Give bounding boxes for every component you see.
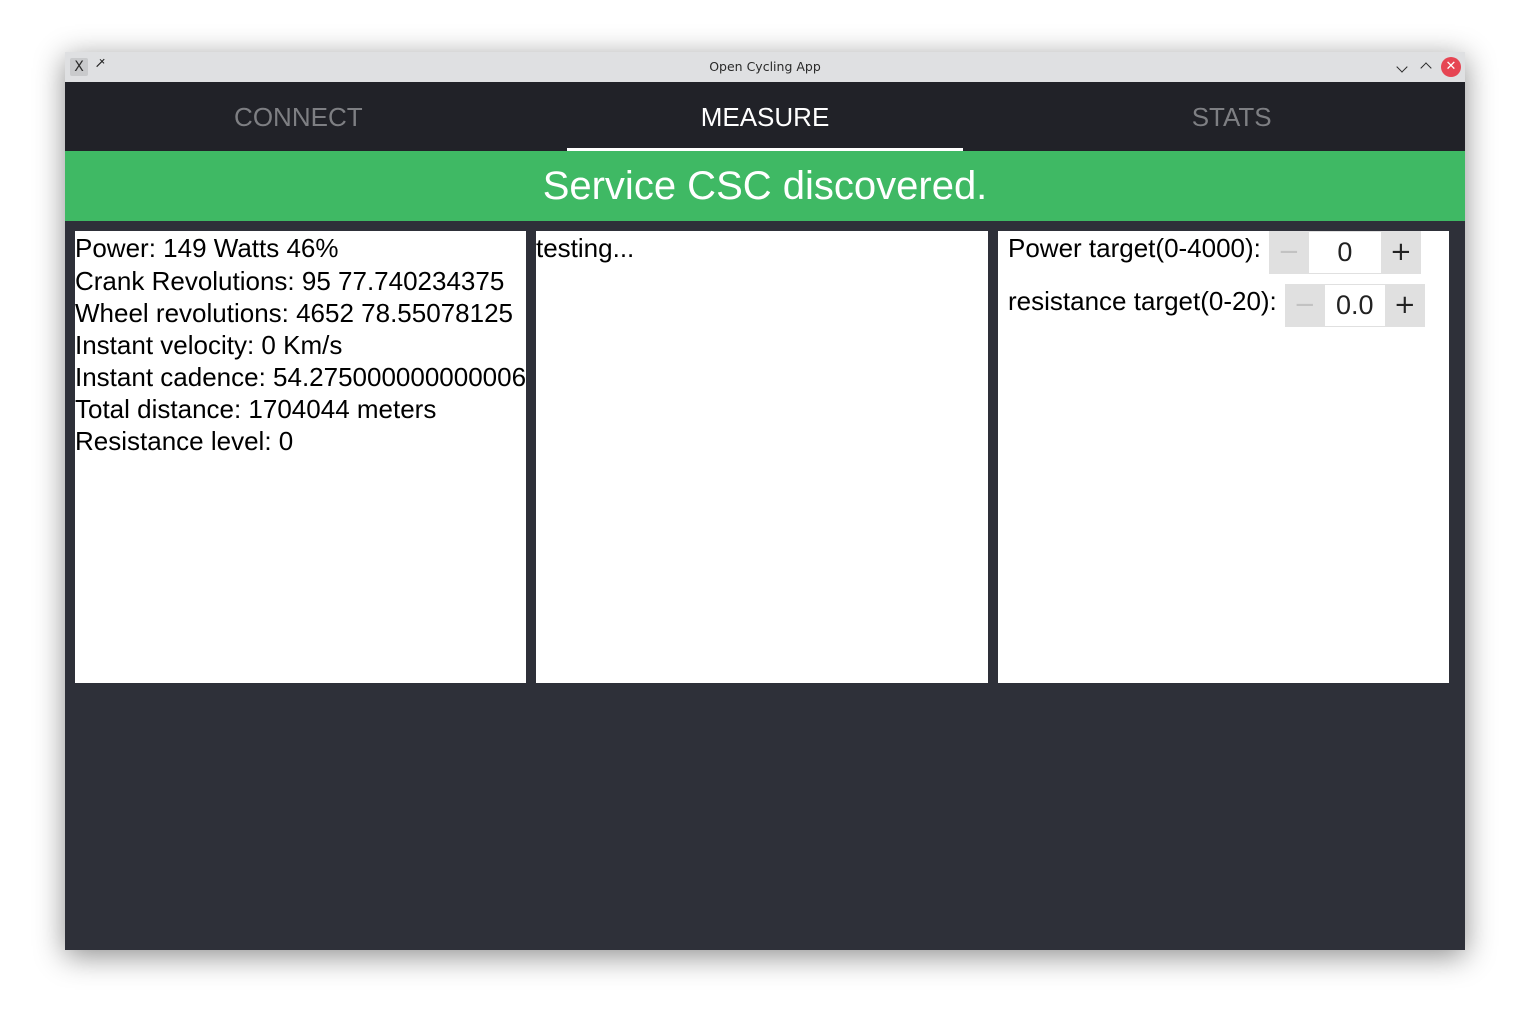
resistance-target-row: resistance target(0-20): − + — [1008, 284, 1425, 327]
tab-measure[interactable]: MEASURE — [532, 82, 999, 151]
metric-wheel-revolutions: Wheel revolutions: 4652 78.55078125 — [75, 298, 513, 328]
power-target-input[interactable] — [1308, 232, 1381, 273]
tab-stats[interactable]: STATS — [998, 82, 1465, 151]
resistance-increment-button[interactable]: + — [1385, 284, 1425, 327]
minimize-button[interactable] — [1393, 58, 1411, 76]
metrics-list: Power: 149 Watts 46% Crank Revolutions: … — [75, 231, 526, 457]
tab-label: MEASURE — [700, 102, 830, 132]
window-titlebar[interactable]: X † Open Cycling App ✕ — [65, 52, 1465, 83]
tab-connect[interactable]: CONNECT — [65, 82, 532, 151]
resistance-decrement-button[interactable]: − — [1285, 284, 1325, 327]
power-decrement-button[interactable]: − — [1269, 231, 1309, 274]
status-banner: Service CSC discovered. — [65, 151, 1465, 221]
metric-power: Power: 149 Watts 46% — [75, 233, 339, 263]
power-target-stepper: − + — [1268, 231, 1421, 274]
maximize-button[interactable] — [1417, 58, 1435, 76]
status-text: Service CSC discovered. — [542, 164, 988, 208]
metric-resistance-level: Resistance level: 0 — [75, 426, 294, 456]
metric-instant-velocity: Instant velocity: 0 Km/s — [75, 330, 343, 360]
close-button[interactable]: ✕ — [1441, 57, 1461, 77]
metrics-panel: Power: 149 Watts 46% Crank Revolutions: … — [75, 231, 526, 683]
log-text: testing... — [536, 233, 635, 263]
metric-instant-cadence: Instant cadence: 54.275000000000006 — [75, 362, 526, 392]
resistance-target-input[interactable] — [1324, 285, 1385, 326]
chevron-down-icon — [1396, 61, 1408, 73]
metric-crank-revolutions: Crank Revolutions: 95 77.740234375 — [75, 266, 505, 296]
chevron-up-icon — [1420, 62, 1432, 74]
power-increment-button[interactable]: + — [1381, 231, 1421, 274]
app-window: X † Open Cycling App ✕ CONNECT MEASURE S… — [65, 52, 1465, 950]
targets-panel: Power target(0-4000): − + resistance tar… — [998, 231, 1449, 683]
tab-label: CONNECT — [234, 102, 363, 132]
close-icon: ✕ — [1445, 59, 1457, 74]
window-title: Open Cycling App — [709, 59, 821, 74]
resistance-target-label: resistance target(0-20): — [1008, 286, 1277, 316]
tab-bar: CONNECT MEASURE STATS — [65, 82, 1465, 151]
resistance-target-stepper: − + — [1284, 284, 1425, 327]
tab-label: STATS — [1191, 102, 1272, 132]
power-target-row: Power target(0-4000): − + — [1008, 231, 1421, 274]
metric-total-distance: Total distance: 1704044 meters — [75, 394, 437, 424]
log-panel: testing... — [536, 231, 988, 683]
power-target-label: Power target(0-4000): — [1008, 233, 1261, 263]
